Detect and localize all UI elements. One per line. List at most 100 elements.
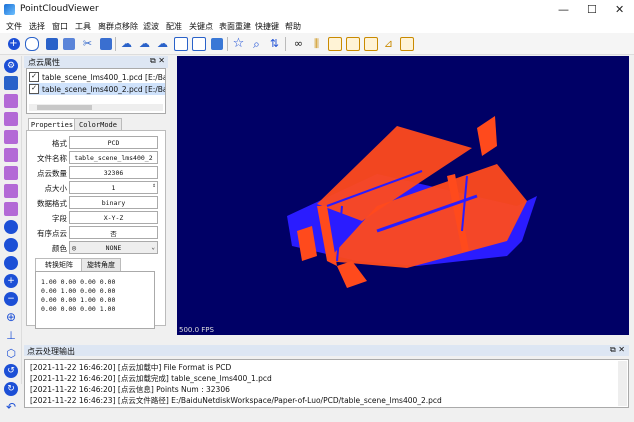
camera-icon[interactable]	[4, 76, 18, 90]
zoom-out-icon[interactable]: −	[4, 292, 18, 306]
cube-icon[interactable]	[4, 166, 18, 180]
organized-field[interactable]: 否	[69, 226, 158, 239]
ply-icon[interactable]	[191, 36, 206, 51]
view-360-icon[interactable]	[4, 220, 18, 234]
output-float-close-buttons[interactable]: ⧉ ✕	[610, 345, 625, 355]
menu-outlier-removal[interactable]: 离群点移除	[98, 21, 138, 32]
point-count-label: 点云数量	[37, 169, 67, 178]
data-format-field[interactable]: binary	[69, 196, 158, 209]
properties-tabs: Properties ColorMode	[26, 118, 166, 131]
left-toolbar: ⚙ + − ⊕ ⊥ ⬡ ↺ ↻ ↶	[0, 56, 22, 414]
cloud-icon[interactable]	[24, 36, 39, 51]
add-icon[interactable]: +	[6, 36, 21, 51]
chevron-down-icon[interactable]: ⌄	[151, 244, 155, 251]
sort-icon[interactable]: ⇅	[267, 36, 282, 51]
tab-rotation-angle[interactable]: 旋转角度	[81, 258, 121, 271]
menu-window[interactable]: 窗口	[52, 21, 68, 32]
save-icon[interactable]	[44, 36, 59, 51]
horizontal-scrollbar[interactable]	[29, 104, 163, 111]
cloud-upload-icon[interactable]: ☁	[119, 36, 134, 51]
cube-outline-icon[interactable]: ⬡	[4, 346, 18, 360]
list-item[interactable]: ✓ table_scene_lms400_2.pcd [E:/BaiduN	[29, 83, 165, 95]
point-cloud-viewer[interactable]: 500.0 FPS	[177, 56, 629, 335]
cube-icon[interactable]	[4, 184, 18, 198]
zoom-in-icon[interactable]: +	[4, 274, 18, 288]
mirror-icon[interactable]: ⫼	[309, 36, 324, 51]
tab-transform-matrix[interactable]: 转换矩阵	[35, 258, 83, 271]
menu-filter[interactable]: 滤波	[143, 21, 159, 32]
title-bar: PointCloudViewer — ☐ ✕	[0, 0, 634, 20]
log-line: [2021-11-22 16:46:20] [点云加载完成] table_sce…	[30, 374, 272, 383]
panel-float-close-buttons[interactable]: ⧉ ✕	[150, 56, 165, 66]
log-line: [2021-11-22 16:46:20] [点云加载中] File Forma…	[30, 363, 232, 372]
list-item[interactable]: ✓ table_scene_lms400_1.pcd [E:/BaiduN	[29, 71, 165, 83]
undo-icon[interactable]: ↶	[4, 400, 18, 414]
menu-registration[interactable]: 配准	[166, 21, 182, 32]
fields-label: 字段	[52, 214, 67, 223]
grid-icon[interactable]	[399, 36, 414, 51]
cube-icon[interactable]	[4, 112, 18, 126]
file-name: table_scene_lms400_1.pcd [E:/BaiduN	[42, 72, 165, 82]
view-360-icon[interactable]	[4, 238, 18, 252]
properties-panel: 格式 PCD 文件名称 table_scene_lms400_2 点云数量 32…	[26, 130, 166, 329]
format-label: 格式	[52, 139, 67, 148]
vertical-scrollbar[interactable]	[618, 361, 627, 406]
output-panel-header: 点云处理输出 ⧉ ✕	[24, 345, 629, 356]
cut-icon[interactable]: ✂	[80, 36, 95, 51]
axis-icon[interactable]	[327, 36, 342, 51]
axis-icon[interactable]	[363, 36, 378, 51]
document-icon[interactable]	[173, 36, 188, 51]
rotate-right-icon[interactable]: ↻	[4, 382, 18, 396]
filename-field[interactable]: table_scene_lms400_2	[69, 151, 158, 164]
view-360-icon[interactable]	[4, 256, 18, 270]
point-size-label: 点大小	[44, 184, 68, 193]
link-icon[interactable]: ∞	[291, 36, 306, 51]
image-icon[interactable]	[209, 36, 224, 51]
search-icon[interactable]: ⌕	[249, 36, 264, 51]
cloud-download-icon[interactable]: ☁	[137, 36, 152, 51]
organized-label: 有序点云	[37, 229, 67, 238]
point-count-field[interactable]: 32306	[69, 166, 158, 179]
file-checkbox[interactable]: ✓	[29, 84, 39, 94]
settings-icon[interactable]: ⚙	[4, 59, 18, 73]
minimize-button[interactable]: —	[558, 3, 569, 16]
fields-field[interactable]: X-Y-Z	[69, 211, 158, 224]
cube-icon[interactable]	[4, 94, 18, 108]
axis-icon[interactable]: ⊥	[4, 328, 18, 342]
close-button[interactable]: ✕	[615, 3, 624, 16]
cube-icon[interactable]	[4, 148, 18, 162]
chart-icon[interactable]: ⊿	[381, 36, 396, 51]
cloud-file-list: ✓ table_scene_lms400_1.pcd [E:/BaiduN ✓ …	[26, 68, 166, 114]
menu-tools[interactable]: 工具	[75, 21, 91, 32]
cube-icon[interactable]	[4, 130, 18, 144]
menu-help[interactable]: 帮助	[285, 21, 301, 32]
color-swatch-icon: ◎	[72, 243, 77, 252]
cube-icon[interactable]	[4, 202, 18, 216]
crosshair-icon[interactable]: ⊕	[4, 310, 18, 324]
copy-icon[interactable]	[61, 36, 76, 51]
file-checkbox[interactable]: ✓	[29, 72, 39, 82]
axis-icon[interactable]	[345, 36, 360, 51]
matrix-row: 0.00 0.00 0.00 1.00	[41, 305, 116, 313]
menu-bar: 文件 选择 窗口 工具 离群点移除 滤波 配准 关键点 表面重建 快捷键 帮助	[0, 20, 634, 33]
format-field[interactable]: PCD	[69, 136, 158, 149]
point-size-stepper[interactable]: 1 ⇕	[69, 181, 158, 194]
menu-keypoints[interactable]: 关键点	[189, 21, 213, 32]
transform-matrix-box[interactable]: 1.00 0.00 0.00 0.00 0.00 1.00 0.00 0.00 …	[35, 271, 155, 329]
paste-icon[interactable]	[98, 36, 113, 51]
point-size-value: 1	[111, 183, 116, 192]
menu-select[interactable]: 选择	[29, 21, 45, 32]
panel-title: 点云属性	[28, 58, 60, 67]
star-icon[interactable]: ☆	[231, 36, 246, 51]
stepper-arrows-icon[interactable]: ⇕	[152, 182, 156, 189]
menu-file[interactable]: 文件	[6, 21, 22, 32]
menu-surface-reconstruction[interactable]: 表面重建	[219, 21, 251, 32]
rotate-left-icon[interactable]: ↺	[4, 364, 18, 378]
cloud-settings-icon[interactable]: ☁	[155, 36, 170, 51]
maximize-button[interactable]: ☐	[587, 3, 597, 16]
menu-shortcuts[interactable]: 快捷键	[255, 21, 279, 32]
output-log[interactable]: [2021-11-22 16:46:20] [点云加载中] File Forma…	[24, 359, 629, 408]
color-select[interactable]: ◎ NONE ⌄	[69, 241, 158, 254]
data-format-label: 数据格式	[37, 199, 67, 208]
cloud-properties-header: 点云属性 ⧉ ✕	[24, 56, 168, 68]
